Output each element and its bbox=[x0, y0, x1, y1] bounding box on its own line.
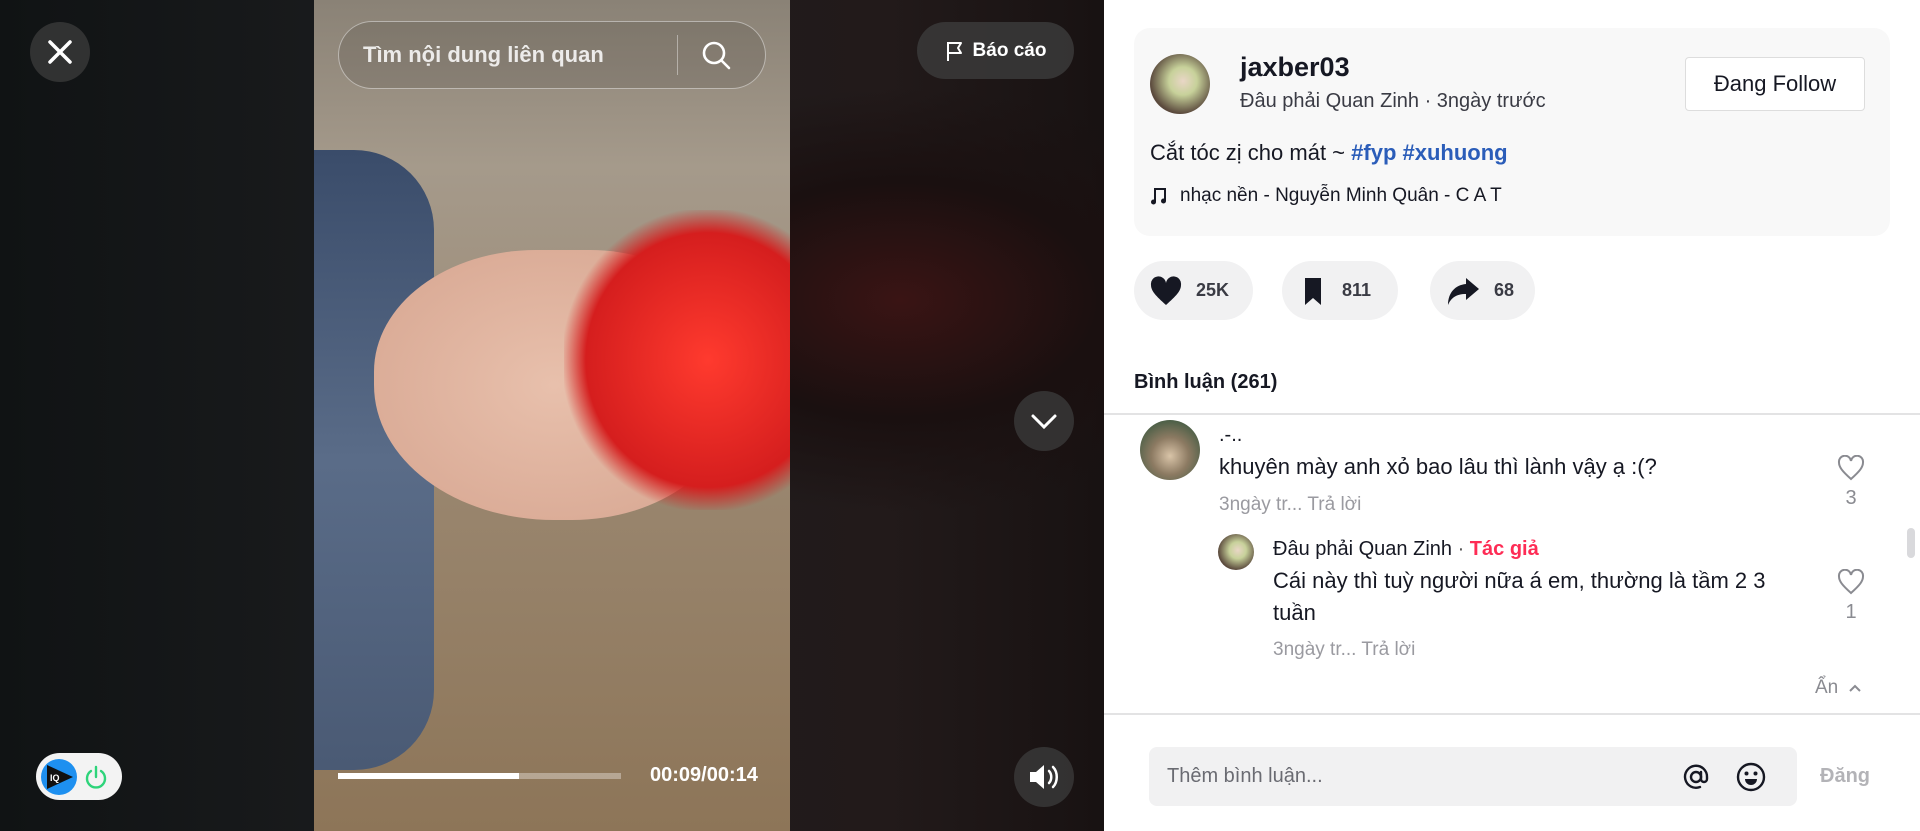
iq-logo-icon[interactable]: IQ bbox=[41, 758, 77, 795]
search-divider bbox=[677, 35, 678, 75]
flag-icon bbox=[946, 41, 962, 61]
chevron-up-icon bbox=[1849, 684, 1861, 692]
comment-input[interactable] bbox=[1167, 765, 1667, 788]
author-badge: Tác giả bbox=[1469, 538, 1539, 560]
video-time: 00:09/00:14 bbox=[650, 764, 758, 786]
commenter-avatar[interactable] bbox=[1140, 420, 1200, 480]
comment-text: khuyên mày anh xỏ bao lâu thì lành vậy ạ… bbox=[1219, 454, 1657, 479]
video-progress-bar[interactable] bbox=[338, 773, 621, 779]
heart-outline-icon bbox=[1837, 454, 1865, 481]
post-caption: Cắt tóc zị cho mát ~ #fyp #xuhuong bbox=[1150, 140, 1508, 166]
reply-like-count: 1 bbox=[1845, 601, 1857, 623]
post-info-card: jaxber03 Đâu phải Quan Zinh · 3ngày trướ… bbox=[1134, 28, 1890, 236]
author-avatar[interactable] bbox=[1150, 54, 1210, 114]
music-title: nhạc nền - Nguyễn Minh Quân - C A T bbox=[1180, 185, 1502, 206]
share-count: 68 bbox=[1494, 280, 1515, 300]
comments-scrollbar[interactable] bbox=[1907, 528, 1915, 558]
hide-label: Ẩn bbox=[1815, 677, 1839, 698]
like-count: 25K bbox=[1196, 280, 1230, 300]
reply-header: Đâu phải Quan Zinh · Tác giả bbox=[1273, 538, 1539, 561]
extension-widget[interactable]: IQ bbox=[36, 753, 122, 800]
divider bbox=[1104, 713, 1920, 715]
power-icon[interactable] bbox=[83, 764, 109, 790]
save-button[interactable]: 811 bbox=[1282, 261, 1398, 320]
author-display-name: Đâu phải Quan Zinh bbox=[1240, 90, 1420, 112]
video-frame[interactable] bbox=[314, 0, 790, 831]
comments-heading: Bình luận (261) bbox=[1134, 371, 1278, 393]
divider bbox=[1104, 413, 1920, 415]
post-comment-button[interactable]: Đăng bbox=[1820, 765, 1870, 788]
hashtag[interactable]: #xuhuong bbox=[1403, 140, 1508, 165]
close-icon bbox=[48, 40, 72, 64]
search-box[interactable] bbox=[338, 21, 766, 89]
search-input[interactable] bbox=[363, 42, 673, 68]
separator: · bbox=[1452, 538, 1470, 560]
heart-outline-icon bbox=[1837, 568, 1865, 595]
reply-text: Cái này thì tuỳ người nữa á em, thường l… bbox=[1273, 568, 1766, 625]
share-icon bbox=[1448, 277, 1479, 305]
share-button[interactable]: 68 bbox=[1430, 261, 1535, 320]
volume-button[interactable] bbox=[1014, 747, 1074, 807]
video-content bbox=[564, 210, 790, 510]
author-username[interactable]: jaxber03 bbox=[1240, 52, 1350, 83]
save-count: 811 bbox=[1342, 280, 1372, 300]
reply-link[interactable]: Trả lời bbox=[1361, 639, 1415, 660]
chevron-down-icon bbox=[1031, 414, 1057, 430]
comment-input-box[interactable] bbox=[1149, 747, 1797, 806]
hide-replies-button[interactable]: Ẩn bbox=[1815, 677, 1862, 699]
caption-text: Cắt tóc zị cho mát ~ bbox=[1150, 140, 1352, 165]
hashtag[interactable]: #fyp bbox=[1351, 140, 1396, 165]
reply-author-name[interactable]: Đâu phải Quan Zinh bbox=[1273, 538, 1452, 560]
comment-like-button[interactable]: 3 bbox=[1831, 454, 1871, 510]
bookmark-icon bbox=[1305, 277, 1321, 305]
reply-like-button[interactable]: 1 bbox=[1831, 568, 1871, 624]
mention-icon[interactable] bbox=[1681, 762, 1711, 792]
details-panel: jaxber03 Đâu phải Quan Zinh · 3ngày trướ… bbox=[1104, 0, 1920, 831]
author-subline: Đâu phải Quan Zinh · 3ngày trước bbox=[1240, 90, 1546, 112]
comment-time: 3ngày tr... bbox=[1219, 494, 1303, 515]
reply-avatar[interactable] bbox=[1218, 534, 1254, 570]
next-video-button[interactable] bbox=[1014, 391, 1074, 451]
commenter-name[interactable]: .-.. bbox=[1219, 424, 1242, 447]
close-button[interactable] bbox=[30, 22, 90, 82]
svg-text:IQ: IQ bbox=[50, 773, 60, 783]
reply-time: 3ngày tr... bbox=[1273, 639, 1357, 660]
heart-icon bbox=[1150, 275, 1182, 305]
post-time: 3ngày trước bbox=[1436, 90, 1546, 112]
search-icon[interactable] bbox=[700, 39, 732, 71]
music-note-icon bbox=[1151, 188, 1166, 205]
music-link[interactable]: nhạc nền - Nguyễn Minh Quân - C A T bbox=[1150, 185, 1502, 207]
like-button[interactable]: 25K bbox=[1134, 261, 1253, 320]
emoji-icon[interactable] bbox=[1735, 761, 1767, 793]
reply-link[interactable]: Trả lời bbox=[1307, 494, 1361, 515]
follow-button[interactable]: Đang Follow bbox=[1685, 57, 1865, 111]
report-button[interactable]: Báo cáo bbox=[917, 22, 1074, 79]
volume-icon bbox=[1030, 765, 1058, 789]
report-label: Báo cáo bbox=[972, 39, 1047, 61]
video-player[interactable]: Báo cáo 00:09/00:14 IQ bbox=[0, 0, 1104, 831]
comment-like-count: 3 bbox=[1845, 487, 1857, 509]
progress-fill bbox=[338, 773, 520, 779]
